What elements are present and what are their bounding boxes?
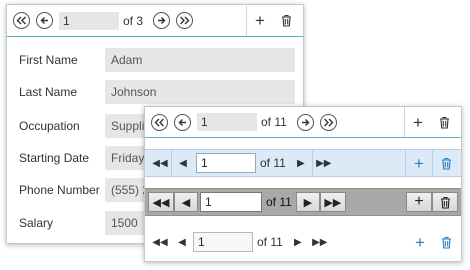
plus-icon: +: [415, 232, 425, 252]
first-record-button[interactable]: ◀◀: [149, 237, 171, 248]
double-chevron-right-icon: [323, 118, 334, 126]
last-record-button[interactable]: [176, 12, 194, 29]
navigator-light: ◀◀ ◀ of 11 ▶ ▶▶ +: [145, 229, 461, 255]
field-label: Last Name: [19, 85, 78, 99]
delete-record-button[interactable]: [431, 116, 457, 129]
plus-icon: +: [255, 11, 265, 30]
page-count-label: of 11: [257, 235, 283, 249]
field-label: Phone Number: [19, 183, 100, 197]
next-record-button[interactable]: ▶: [290, 158, 312, 169]
arrow-left-icon: [178, 118, 186, 126]
double-triangle-left-icon: ◀◀: [152, 236, 168, 248]
delete-record-button[interactable]: [433, 236, 459, 249]
last-record-button[interactable]: ▶▶: [319, 192, 346, 212]
previous-record-button[interactable]: ◀: [171, 237, 193, 248]
triangle-left-icon: ◀: [178, 236, 186, 248]
trash-icon: [440, 196, 450, 209]
delete-record-button[interactable]: [273, 14, 299, 27]
page-number-input[interactable]: [193, 232, 253, 252]
previous-record-button[interactable]: [36, 12, 53, 29]
field-row-first-name: First Name Adam: [7, 47, 303, 73]
field-label: Salary: [19, 216, 54, 230]
form-navigator: of 3 +: [7, 5, 303, 37]
field-label: First Name: [19, 53, 78, 67]
last-record-button[interactable]: ▶▶: [313, 158, 335, 169]
first-record-button[interactable]: ◀◀: [148, 192, 174, 212]
first-record-button[interactable]: [13, 12, 30, 29]
page-count-label: of 11: [261, 115, 287, 129]
previous-record-button[interactable]: ◀: [174, 192, 198, 212]
first-record-button[interactable]: [151, 113, 168, 131]
add-record-button[interactable]: +: [247, 12, 273, 29]
next-record-button[interactable]: [296, 113, 314, 131]
double-triangle-left-icon: ◀◀: [152, 196, 170, 209]
triangle-left-icon: ◀: [181, 196, 191, 209]
field-label: Starting Date: [19, 151, 90, 165]
arrow-left-icon: [40, 17, 48, 24]
previous-record-button[interactable]: [174, 113, 191, 131]
add-record-button[interactable]: +: [406, 155, 432, 172]
plus-icon: +: [414, 193, 424, 210]
triangle-right-icon: ▶: [303, 196, 313, 209]
delete-record-button[interactable]: [433, 157, 459, 170]
field-label: Occupation: [19, 119, 80, 133]
plus-icon: +: [413, 112, 423, 132]
double-triangle-right-icon: ▶▶: [312, 236, 328, 248]
page-number-input[interactable]: [197, 113, 257, 131]
trash-icon: [441, 157, 451, 170]
double-triangle-right-icon: ▶▶: [316, 157, 332, 169]
add-record-button[interactable]: +: [406, 192, 432, 212]
page-count-label: of 11: [266, 195, 292, 209]
first-name-field[interactable]: Adam: [105, 48, 295, 72]
triangle-left-icon: ◀: [179, 157, 187, 169]
navigator-office-blue: ◀◀ ◀ of 11 ▶ ▶▶ +: [145, 149, 461, 177]
last-name-field[interactable]: Johnson: [105, 80, 295, 104]
double-chevron-right-icon: [180, 16, 190, 25]
page-count-label: of 11: [260, 156, 286, 170]
double-triangle-right-icon: ▶▶: [324, 196, 342, 209]
first-record-button[interactable]: ◀◀: [149, 158, 171, 169]
trash-icon: [281, 14, 291, 27]
triangle-right-icon: ▶: [296, 157, 305, 169]
plus-icon: +: [414, 153, 424, 173]
page-count-label: of 3: [123, 13, 144, 28]
page-number-input[interactable]: [200, 192, 262, 212]
navigator-metro: of 11 +: [145, 107, 461, 138]
navigator-themes-panel: of 11 + ◀◀ ◀ of 11 ▶ ▶▶ +: [144, 106, 462, 262]
triangle-right-icon: ▶: [293, 236, 302, 248]
trash-icon: [441, 236, 451, 249]
next-record-button[interactable]: [153, 12, 171, 29]
double-chevron-left-icon: [16, 16, 26, 25]
next-record-button[interactable]: ▶: [295, 192, 320, 212]
last-record-button[interactable]: [319, 113, 337, 131]
trash-icon: [439, 116, 449, 129]
previous-record-button[interactable]: ◀: [172, 158, 194, 169]
field-row-last-name: Last Name Johnson: [7, 79, 303, 105]
navigator-dark: ◀◀ ◀ of 11 ▶ ▶▶ +: [145, 188, 461, 216]
double-triangle-left-icon: ◀◀: [152, 157, 168, 169]
add-record-button[interactable]: +: [405, 114, 431, 131]
last-record-button[interactable]: ▶▶: [309, 237, 331, 248]
next-record-button[interactable]: ▶: [287, 237, 309, 248]
page-number-input[interactable]: [196, 153, 256, 173]
add-record-button[interactable]: +: [407, 234, 433, 251]
page-number-input[interactable]: [59, 11, 119, 30]
arrow-right-icon: [158, 17, 166, 24]
double-chevron-left-icon: [154, 118, 164, 126]
arrow-right-icon: [301, 118, 310, 126]
delete-record-button[interactable]: [432, 192, 458, 212]
